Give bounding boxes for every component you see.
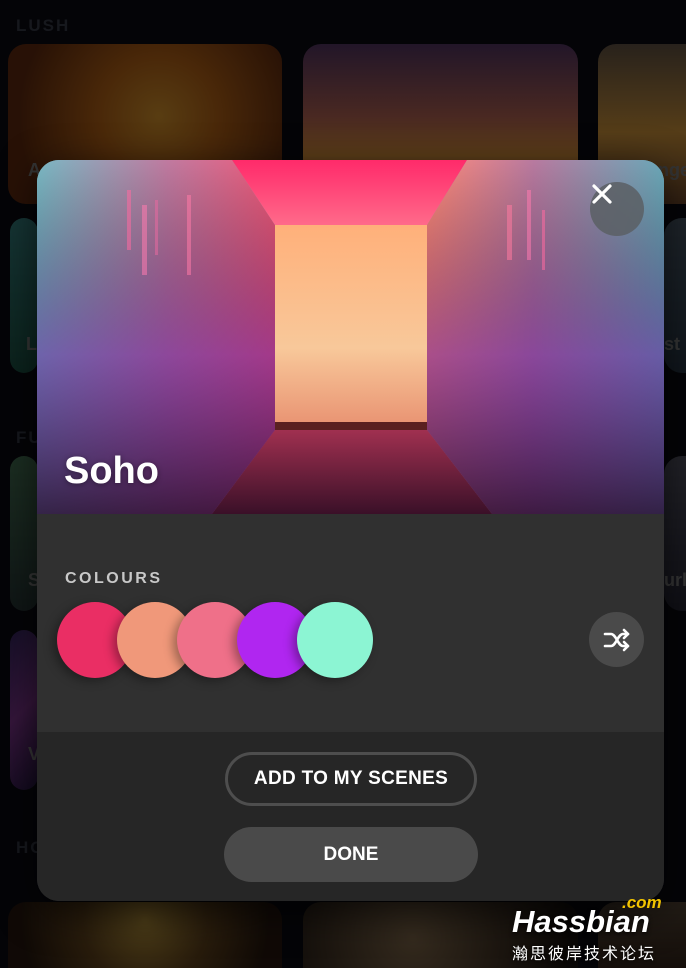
shuffle-button[interactable] [589,612,644,667]
scene-card-label: L [26,334,37,354]
scene-hero-image: Soho [37,160,664,514]
scene-card-label: url [664,570,686,590]
modal-actions: ADD TO MY SCENES DONE [37,732,664,901]
colour-swatch[interactable] [297,602,373,678]
section-label-lush: LUSH [16,16,71,35]
scene-detail-modal: Soho COLOURS ADD TO MY SCENES DONE [37,160,664,901]
scene-card[interactable] [8,902,282,968]
colours-heading: COLOURS [65,570,163,587]
scene-title: Soho [64,450,159,492]
scene-card-label: st [664,334,681,354]
close-icon [592,184,612,204]
done-button[interactable]: DONE [224,827,478,882]
add-to-my-scenes-button[interactable]: ADD TO MY SCENES [225,752,477,806]
watermark-subtitle: 瀚思彼岸技术论坛 [512,946,657,963]
scene-gallery-page: LUSH FU HO A ange L st S url V Soho COLO… [0,0,686,968]
close-button[interactable] [590,182,644,236]
colours-panel: COLOURS [37,514,664,732]
watermark-name: Hassbian [512,904,650,939]
scene-card[interactable] [10,630,38,790]
shuffle-icon [603,628,629,651]
